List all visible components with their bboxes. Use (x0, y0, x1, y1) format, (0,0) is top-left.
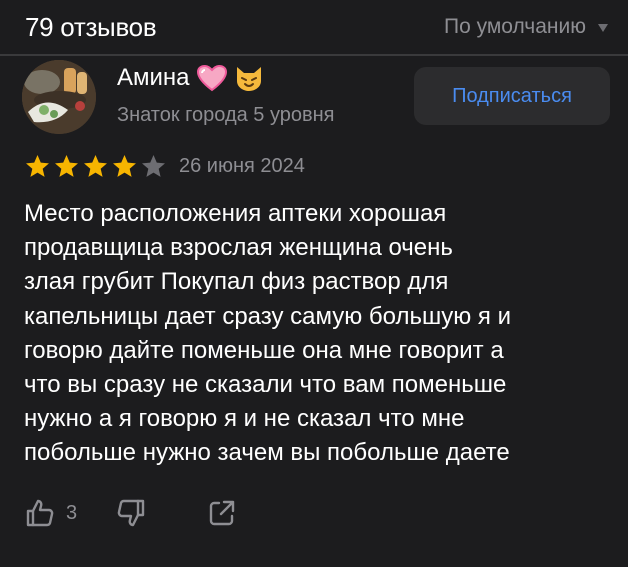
review-text-line: нужно а я говорю я и не сказал что мне (24, 405, 465, 433)
author-name[interactable]: Амина (117, 64, 190, 92)
star-filled-icon (84, 155, 107, 177)
star-filled-icon (26, 155, 49, 177)
sort-dropdown[interactable]: По умолчанию (444, 15, 608, 39)
review-text-line: говорю дайте поменьше она мне говорит а (24, 336, 504, 364)
thumbs-up-icon (26, 499, 54, 527)
share-icon (209, 500, 235, 526)
avatar-photo (22, 60, 96, 134)
review-text-line: продавщица взрослая женщина очень (24, 234, 453, 262)
like-count: 3 (66, 501, 78, 524)
review-actions: 3 (24, 497, 237, 529)
chevron-down-icon (598, 24, 608, 32)
sort-label: По умолчанию (443, 15, 586, 38)
review-text-line: злая грубит Покупал физ раствор для (24, 268, 449, 296)
cat-face-emoji-icon (236, 67, 261, 91)
reviews-count: 79 отзывов (25, 12, 157, 42)
review-date: 26 июня 2024 (179, 155, 305, 177)
review-text-line: капельницы дает сразу самую большую я и (24, 302, 511, 330)
dislike-button[interactable] (115, 497, 147, 529)
share-button[interactable] (207, 498, 237, 528)
review-text-line: Место расположения аптеки хорошая (24, 200, 447, 227)
avatar[interactable] (22, 60, 96, 134)
star-filled-icon (113, 155, 136, 177)
star-empty-icon (142, 155, 165, 177)
rating-row: 26 июня 2024 (24, 153, 305, 180)
like-button[interactable]: 3 (24, 497, 77, 529)
star-filled-icon (55, 155, 78, 177)
author-level: Знаток города 5 уровня (117, 104, 335, 126)
review-text-line: побольше нужно зачем вы побольше даете (24, 439, 510, 467)
rating-stars (24, 153, 167, 180)
heart-emoji-icon (196, 64, 227, 92)
review-text-line: что вы сразу не сказали что вам поменьше (24, 371, 507, 399)
review-text: Место расположения аптеки хорошая продавщ… (24, 197, 609, 471)
reviews-header: 79 отзывов По умолчанию (0, 0, 628, 58)
header-divider (0, 54, 628, 56)
author-row: Амина (117, 64, 264, 92)
subscribe-button[interactable]: Подписаться (414, 67, 610, 125)
thumbs-down-icon (117, 499, 145, 527)
